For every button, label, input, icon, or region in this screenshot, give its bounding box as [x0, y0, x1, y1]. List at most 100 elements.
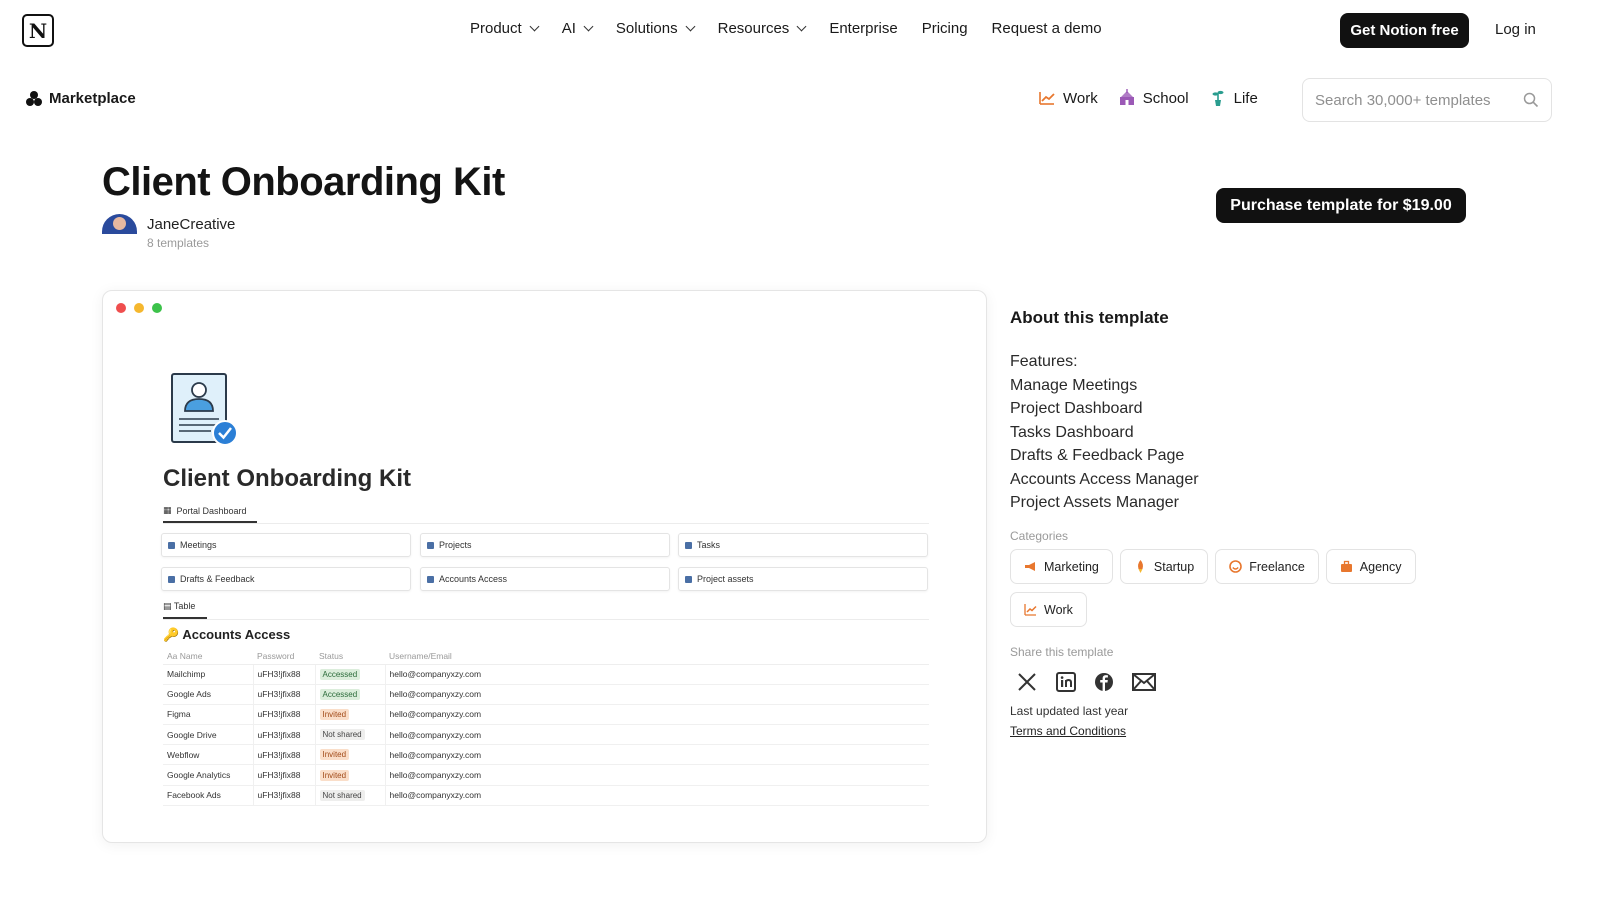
cell-email: hello@companyxzy.com: [385, 684, 929, 705]
search-icon[interactable]: [1523, 92, 1539, 108]
nav-request-demo[interactable]: Request a demo: [992, 20, 1102, 37]
feature-item: Tasks Dashboard: [1010, 423, 1134, 441]
cell-name: Mailchimp: [163, 664, 254, 685]
feature-item: Accounts Access Manager: [1010, 470, 1199, 488]
cell-status: Invited: [315, 764, 386, 786]
cell-email: hello@companyxzy.com: [385, 704, 929, 726]
share-buttons: [1016, 671, 1156, 693]
cell-status: Accessed: [315, 664, 386, 685]
author-template-count: 8 templates: [147, 236, 210, 250]
chart-icon: [1039, 92, 1055, 105]
preview-tile-projects: Projects: [420, 533, 670, 557]
nav-product[interactable]: Product: [470, 20, 540, 37]
cell-email: hello@companyxzy.com: [385, 744, 929, 766]
purchase-button[interactable]: Purchase template for $19.00: [1216, 188, 1466, 223]
cell-name: Google Analytics: [163, 764, 254, 786]
nav-pricing[interactable]: Pricing: [922, 20, 968, 37]
briefcase-icon: [1340, 560, 1352, 572]
cell-status: Not shared: [315, 785, 386, 806]
avatar[interactable]: [102, 214, 137, 234]
linkedin-icon[interactable]: [1056, 672, 1076, 692]
notion-logo[interactable]: N: [22, 14, 54, 47]
template-search: [1302, 78, 1552, 122]
status-badge: Invited: [319, 769, 350, 781]
cell-password: uFH3!jfix88: [253, 744, 316, 766]
cell-status: Accessed: [315, 684, 386, 705]
login-link[interactable]: Log in: [1495, 21, 1536, 38]
marketplace-label: Marketplace: [49, 90, 136, 107]
preview-tile-drafts: Drafts & Feedback: [161, 567, 411, 591]
cell-name: Webflow: [163, 744, 254, 766]
cell-email: hello@companyxzy.com: [385, 724, 929, 746]
terms-link[interactable]: Terms and Conditions: [1010, 724, 1126, 738]
email-icon[interactable]: [1132, 673, 1156, 691]
facebook-icon[interactable]: [1094, 672, 1114, 692]
get-notion-free-button[interactable]: Get Notion free: [1340, 13, 1469, 48]
close-dot-icon: [116, 303, 126, 313]
chevron-down-icon: [583, 21, 594, 32]
category-chip-agency[interactable]: Agency: [1325, 549, 1416, 584]
cell-name: Google Drive: [163, 724, 254, 746]
preview-tab-table: ▤ Table: [163, 601, 207, 619]
category-chip-freelance[interactable]: Freelance: [1215, 549, 1319, 584]
feature-item: Drafts & Feedback Page: [1010, 447, 1185, 464]
top-nav: N Product AI Solutions Resources Enterpr…: [0, 0, 1600, 62]
search-input[interactable]: [1315, 91, 1510, 109]
marketplace-icon: [26, 90, 43, 107]
status-badge: Not shared: [319, 789, 365, 801]
plant-icon: [1212, 90, 1224, 106]
status-badge: Invited: [319, 749, 350, 761]
cell-password: uFH3!jfix88: [253, 764, 316, 786]
rocket-icon: [1137, 560, 1143, 573]
nav-enterprise[interactable]: Enterprise: [829, 20, 897, 37]
status-badge: Accessed: [319, 688, 361, 700]
category-chip-startup[interactable]: Startup: [1119, 549, 1209, 584]
tab-school[interactable]: School: [1118, 89, 1189, 107]
cell-name: Google Ads: [163, 684, 254, 705]
cell-name: Facebook Ads: [163, 785, 254, 806]
chevron-down-icon: [685, 21, 696, 32]
category-tabs: Work School Life: [1038, 89, 1258, 107]
cell-email: hello@companyxzy.com: [385, 664, 929, 685]
marketplace-link[interactable]: Marketplace: [26, 90, 136, 107]
cell-email: hello@companyxzy.com: [385, 764, 929, 786]
megaphone-icon: [1025, 562, 1035, 571]
feature-item: Project Assets Manager: [1010, 494, 1179, 511]
tab-life[interactable]: Life: [1209, 89, 1258, 107]
client-document-icon: [171, 373, 238, 446]
status-badge: Not shared: [319, 729, 365, 741]
chevron-down-icon: [796, 21, 807, 32]
status-badge: Invited: [319, 708, 350, 720]
template-preview: Client Onboarding Kit ▦ Portal Dashboard …: [102, 290, 987, 843]
author-name[interactable]: JaneCreative: [147, 216, 235, 233]
table-row: Google Ads uFH3!jfix88 Accessed hello@compa…: [163, 684, 929, 705]
nav-ai[interactable]: AI: [562, 20, 594, 37]
nav-solutions[interactable]: Solutions: [616, 20, 696, 37]
preview-tile-accounts: Accounts Access: [420, 567, 670, 591]
cell-password: uFH3!jfix88: [253, 704, 316, 726]
tab-work-label: Work: [1063, 89, 1098, 107]
table-row: Google Analytics uFH3!jfix88 Invited hello@…: [163, 764, 929, 786]
tab-life-label: Life: [1233, 89, 1258, 107]
nav-resources[interactable]: Resources: [718, 20, 807, 37]
category-chip-work[interactable]: Work: [1010, 592, 1087, 627]
category-chip-marketing[interactable]: Marketing: [1010, 549, 1113, 584]
categories-label: Categories: [1010, 529, 1069, 543]
preview-tile-assets: Project assets: [678, 567, 928, 591]
column-header: Password: [253, 648, 315, 665]
cell-password: uFH3!jfix88: [253, 785, 316, 806]
category-chips: Marketing Startup Freelance Agency Work: [1010, 549, 1430, 627]
x-twitter-icon[interactable]: [1016, 671, 1038, 693]
chevron-down-icon: [529, 21, 540, 32]
preview-table-title: 🔑 Accounts Access: [163, 627, 291, 642]
cell-password: uFH3!jfix88: [253, 664, 316, 685]
share-label: Share this template: [1010, 645, 1114, 659]
preview-tab-portal-dashboard: ▦ Portal Dashboard: [163, 505, 257, 523]
page-title: Client Onboarding Kit: [102, 160, 505, 204]
feature-item: Project Dashboard: [1010, 400, 1143, 417]
column-header: Username/Email: [385, 648, 929, 665]
tab-work[interactable]: Work: [1038, 89, 1098, 107]
chart-icon: [1024, 604, 1037, 616]
cell-status: Invited: [315, 744, 386, 766]
cell-password: uFH3!jfix88: [253, 724, 316, 746]
